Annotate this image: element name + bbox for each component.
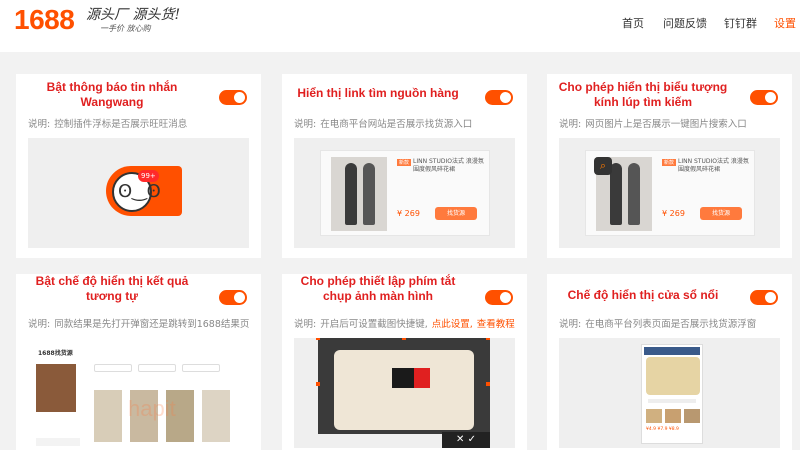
shirt-label [392, 368, 414, 388]
desc-text: 开启后可设置截图快捷键, [320, 319, 428, 330]
setting-card-similar-results: Bật chế độ hiển thị kết quả tương tự 说明:… [16, 274, 261, 450]
setting-card-source-link: Hiển thị link tìm nguồn hàng 说明: 在电商平台网站是… [282, 74, 527, 258]
card-description: 说明: 同款结果是先打开弹窗还是跳转到1688结果页 [28, 316, 249, 330]
nav-settings[interactable]: 设置 [774, 15, 796, 31]
floating-window-mock: ¥4.9 ¥7.9 ¥8.9 [641, 344, 703, 444]
product-tag: 新款 [397, 159, 412, 166]
results-page-mock: 1688找货源 hapit [28, 338, 249, 448]
preview-image: ✕ ✓ [294, 338, 515, 448]
text-placeholder [648, 399, 696, 403]
product-card: ⌕ 新款 LINN STUDIO法式 浪漫氛围度假风碎花裙 ¥ 269 找货源 [585, 150, 755, 236]
results-brand: 1688找货源 [38, 350, 73, 357]
product-price: ¥ 269 [662, 209, 685, 218]
screenshot-action-bar: ✕ ✓ [442, 432, 490, 448]
similar-results-toggle[interactable] [219, 290, 247, 305]
crop-handle [316, 338, 320, 340]
sidebar-placeholder [36, 438, 80, 446]
desc-label: 说明: [294, 119, 317, 130]
set-shortcut-link[interactable]: 点此设置, [432, 319, 473, 330]
crop-handle [316, 382, 320, 386]
screenshot-region [316, 338, 490, 434]
card-title: Cho phép hiển thị biểu tượng kính lúp tì… [558, 80, 728, 109]
filter-chip [94, 364, 132, 372]
card-title: Cho phép thiết lập phím tắt chụp ảnh màn… [300, 274, 456, 303]
top-header: 1688 源头厂 源头货! 一手价 放心购 首页 问题反馈 钉钉群 设置 [0, 0, 800, 52]
card-description: 说明: 开启后可设置截图快捷键, 点此设置, 查看教程 [294, 316, 515, 330]
shirt-label-red [414, 368, 430, 388]
magnifier-icon: ⌕ [594, 157, 612, 175]
preview-image: 1688找货源 hapit [28, 338, 249, 448]
result-thumbnail [202, 390, 230, 442]
thumb [646, 409, 662, 423]
preview-image: ¥4.9 ¥7.9 ¥8.9 [559, 338, 780, 448]
source-link-toggle[interactable] [485, 90, 513, 105]
crop-handle [486, 382, 490, 386]
preview-image: ⌕ 新款 LINN STUDIO法式 浪漫氛围度假风碎花裙 ¥ 269 找货源 [559, 138, 780, 248]
preview-image: 新款 LINN STUDIO法式 浪漫氛围度假风碎花裙 ¥ 269 找货源 [294, 138, 515, 248]
card-title: Bật chế độ hiển thị kết quả tương tự [35, 274, 189, 303]
crop-handle [486, 338, 490, 340]
model-figure [628, 163, 640, 225]
setting-card-screenshot-shortcut: Cho phép thiết lập phím tắt chụp ảnh màn… [282, 274, 527, 450]
product-price: ¥ 269 [397, 209, 420, 218]
crop-handle [402, 338, 406, 340]
card-title: Bật thông báo tin nhắn Wangwang [46, 80, 178, 109]
preview-image: ʘ‿ʘ 99+ [28, 138, 249, 248]
query-image [36, 364, 76, 412]
product-name: LINN STUDIO法式 浪漫氛围度假风碎花裙 [678, 158, 749, 173]
card-title: Hiển thị link tìm nguồn hàng [297, 86, 459, 100]
product-photo [646, 357, 700, 395]
model-figure [345, 163, 357, 225]
popup-prices: ¥4.9 ¥7.9 ¥8.9 [646, 427, 679, 432]
product-image [331, 157, 387, 231]
find-source-button: 找货源 [435, 207, 477, 220]
find-source-button: 找货源 [700, 207, 742, 220]
view-tutorial-link[interactable]: 查看教程 [477, 319, 515, 330]
logo-1688[interactable]: 1688 [14, 4, 75, 36]
popup-header [644, 347, 700, 355]
desc-label: 说明: [28, 319, 51, 330]
desc-text: 控制插件浮标是否展示旺旺消息 [54, 119, 188, 130]
filter-chip [138, 364, 176, 372]
desc-label: 说明: [559, 319, 582, 330]
watermark: hapit [128, 396, 176, 421]
product-tag: 新款 [662, 159, 677, 166]
wangwang-toggle[interactable] [219, 90, 247, 105]
desc-text: 网页图片上是否展示一键图片搜索入口 [585, 119, 747, 130]
model-figure [610, 163, 622, 225]
desc-text: 同款结果是先打开弹窗还是跳转到1688结果页 [54, 319, 250, 330]
wangwang-face-icon: ʘ‿ʘ [118, 181, 161, 202]
card-description: 说明: 在电商平台列表页面是否展示找货源浮窗 [559, 316, 756, 330]
desc-text: 在电商平台列表页面是否展示找货源浮窗 [585, 319, 757, 330]
card-description: 说明: 网页图片上是否展示一键图片搜索入口 [559, 116, 747, 130]
setting-card-floating-window: Chế độ hiển thị cửa sổ nổi 说明: 在电商平台列表页面是… [547, 274, 792, 450]
filter-chip [182, 364, 220, 372]
product-name: LINN STUDIO法式 浪漫氛围度假风碎花裙 [413, 158, 484, 173]
logo-sub-slogan: 一手价 放心购 [100, 24, 151, 33]
nav-home[interactable]: 首页 [622, 15, 644, 31]
card-title: Chế độ hiển thị cửa sổ nổi [567, 288, 719, 302]
setting-card-magnifier: Cho phép hiển thị biểu tượng kính lúp tì… [547, 74, 792, 258]
desc-label: 说明: [28, 119, 51, 130]
nav-feedback[interactable]: 问题反馈 [663, 15, 707, 31]
model-figure [363, 163, 375, 225]
desc-text: 在电商平台网站是否展示找货源入口 [320, 119, 473, 130]
screenshot-shortcut-toggle[interactable] [485, 290, 513, 305]
thumb [684, 409, 700, 423]
floating-window-toggle[interactable] [750, 290, 778, 305]
magnifier-toggle[interactable] [750, 90, 778, 105]
nav-dingtalk-group[interactable]: 钉钉群 [724, 15, 757, 31]
desc-label: 说明: [559, 119, 582, 130]
thumb [665, 409, 681, 423]
product-card: 新款 LINN STUDIO法式 浪漫氛围度假风碎花裙 ¥ 269 找货源 [320, 150, 490, 236]
shirt-photo [334, 350, 474, 430]
card-description: 说明: 控制插件浮标是否展示旺旺消息 [28, 116, 187, 130]
desc-label: 说明: [294, 319, 317, 330]
message-count-badge: 99+ [138, 170, 159, 182]
result-thumbnail [94, 390, 122, 442]
setting-card-wangwang: Bật thông báo tin nhắn Wangwang 说明: 控制插件浮… [16, 74, 261, 258]
card-description: 说明: 在电商平台网站是否展示找货源入口 [294, 116, 472, 130]
logo-slogan: 源头厂 源头货! [86, 7, 181, 23]
